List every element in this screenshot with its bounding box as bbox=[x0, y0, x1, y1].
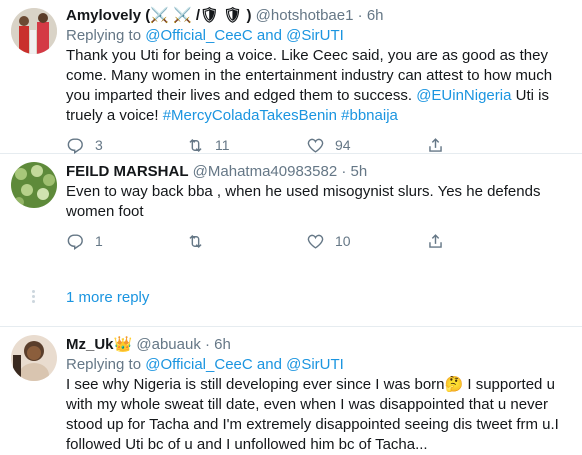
retweet-button[interactable]: 11 bbox=[186, 136, 306, 155]
share-icon bbox=[429, 137, 442, 152]
mention-link[interactable]: @Official_CeeC bbox=[145, 356, 253, 373]
share-button[interactable] bbox=[426, 232, 455, 251]
avatar[interactable] bbox=[11, 335, 57, 381]
timestamp[interactable]: 6h bbox=[214, 336, 231, 353]
display-name[interactable]: FEILD MARSHAL bbox=[66, 163, 189, 180]
tweet[interactable]: Amylovely (⚔️ ⚔️ /🛡 🛡 ) @hotshotbae1 · 6… bbox=[0, 0, 582, 156]
retweet-count: 11 bbox=[215, 137, 230, 153]
mention-link[interactable]: @Official_CeeC bbox=[145, 27, 253, 44]
thread-dots bbox=[22, 290, 35, 303]
tweet-text: Even to way back bba , when he used miso… bbox=[66, 183, 541, 220]
reply-count: 1 bbox=[95, 233, 103, 249]
like-count: 94 bbox=[335, 137, 351, 153]
avatar-image bbox=[11, 8, 57, 54]
reply-icon bbox=[67, 233, 83, 250]
tweet[interactable]: FEILD MARSHAL @Mahatma40983582 · 5h Even… bbox=[0, 154, 582, 276]
reply-icon bbox=[67, 137, 83, 154]
tweet[interactable]: Mz_Uk👑 @abuauk · 6h Replying to @Officia… bbox=[0, 327, 582, 455]
user-handle[interactable]: @hotshotbae1 bbox=[256, 7, 354, 24]
replying-and[interactable]: and bbox=[253, 27, 286, 44]
retweet-button[interactable] bbox=[186, 232, 306, 251]
action-bar: 1 10 bbox=[66, 230, 570, 252]
replying-prefix: Replying to bbox=[66, 356, 146, 373]
avatar[interactable] bbox=[11, 8, 57, 54]
like-count: 10 bbox=[335, 233, 351, 249]
tweet-text: Thank you Uti for being a voice. Like Ce… bbox=[66, 46, 570, 126]
retweet-icon bbox=[189, 138, 202, 152]
replying-to: Replying to @Official_CeeC and @SirUTI bbox=[66, 26, 570, 46]
share-icon bbox=[429, 233, 442, 248]
like-button[interactable]: 94 bbox=[306, 136, 426, 155]
avatar[interactable] bbox=[11, 162, 57, 208]
timestamp[interactable]: 5h bbox=[351, 163, 368, 180]
hashtag-link[interactable]: #MercyColadaTakesBenin #bbnaija bbox=[163, 107, 398, 124]
mention-link[interactable]: @SirUTI bbox=[286, 356, 344, 373]
mention-link[interactable]: @EUinNigeria bbox=[416, 87, 511, 104]
action-bar: 3 11 94 bbox=[66, 134, 570, 156]
replying-and[interactable]: and bbox=[253, 356, 286, 373]
more-replies-row[interactable]: 1 more reply bbox=[0, 276, 582, 326]
replying-to: Replying to @Official_CeeC and @SirUTI bbox=[66, 355, 570, 375]
like-button[interactable]: 10 bbox=[306, 232, 426, 251]
tweet-text: I see why Nigeria is still developing ev… bbox=[66, 376, 559, 453]
timestamp[interactable]: 6h bbox=[367, 7, 384, 24]
separator-dot: · bbox=[357, 7, 363, 24]
user-handle[interactable]: @Mahatma40983582 bbox=[193, 163, 338, 180]
share-button[interactable] bbox=[426, 136, 455, 155]
replying-prefix: Replying to bbox=[66, 27, 146, 44]
display-name[interactable]: Mz_Uk👑 bbox=[66, 336, 132, 353]
display-name[interactable]: Amylovely (⚔️ ⚔️ /🛡 🛡 ) bbox=[66, 7, 251, 24]
avatar-image bbox=[11, 162, 57, 208]
user-handle[interactable]: @abuauk bbox=[136, 336, 200, 353]
reply-button[interactable]: 1 bbox=[66, 232, 186, 251]
separator-dot: · bbox=[341, 163, 347, 180]
reply-count: 3 bbox=[95, 137, 103, 153]
mention-link[interactable]: @SirUTI bbox=[286, 27, 344, 44]
separator-dot: · bbox=[205, 336, 210, 353]
retweet-icon bbox=[189, 234, 202, 248]
reply-button[interactable]: 3 bbox=[66, 136, 186, 155]
more-replies-link[interactable]: 1 more reply bbox=[66, 289, 149, 306]
avatar-image bbox=[11, 335, 57, 381]
heart-icon bbox=[307, 234, 324, 249]
heart-icon bbox=[307, 138, 324, 153]
